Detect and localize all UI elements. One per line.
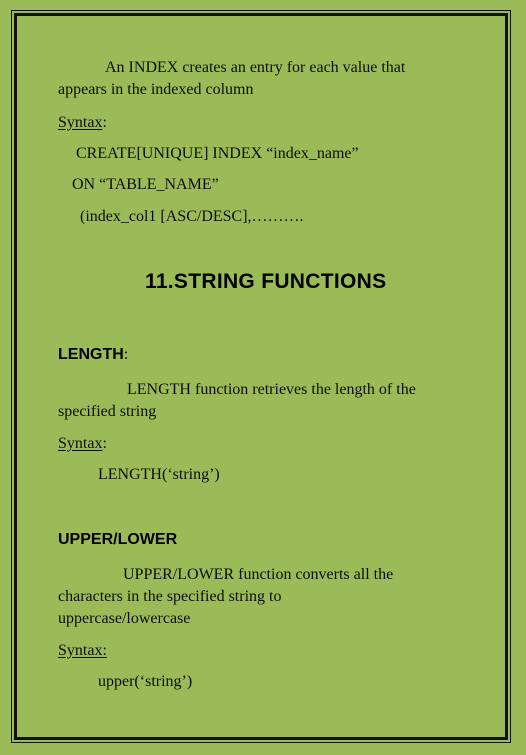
upper-lower-desc-line-3: uppercase/lowercase [58,610,191,627]
index-intro-line-2: appears in the indexed column [58,81,254,98]
length-desc-line-1: LENGTH function retrieves the length of … [127,381,416,398]
upper-lower-syntax-label: Syntax: [58,642,107,659]
length-syntax-label-text: Syntax [58,435,103,452]
upper-lower-heading: UPPER/LOWER [58,531,178,548]
section-title: 11.STRING FUNCTIONS [145,270,387,293]
index-syntax-colon: : [102,114,107,131]
index-syntax-label: Syntax: [58,113,107,133]
upper-lower-desc-line-2: characters in the specified string to [58,588,282,605]
length-heading: LENGTH [58,346,124,363]
index-syntax-label-text: Syntax [58,114,103,131]
length-syntax-label: Syntax: [58,434,107,454]
length-heading-line: LENGTH: [58,345,128,365]
length-syntax-line-1: LENGTH(‘string’) [98,466,220,483]
index-intro-line-1: An INDEX creates an entry for each value… [105,59,406,76]
length-heading-colon: : [123,346,129,363]
length-syntax-colon: : [102,435,107,452]
index-syntax-line-1: CREATE[UNIQUE] INDEX “index_name” [76,145,359,162]
upper-lower-syntax-line-1: upper(‘string’) [98,673,193,690]
index-syntax-line-3: (index_col1 [ASC/DESC],………. [80,208,304,225]
upper-lower-desc-line-1: UPPER/LOWER function converts all the [123,566,394,583]
document-page: An INDEX creates an entry for each value… [0,0,526,755]
length-desc-line-2: specified string [58,403,157,420]
index-syntax-line-2: ON “TABLE_NAME” [72,176,219,193]
